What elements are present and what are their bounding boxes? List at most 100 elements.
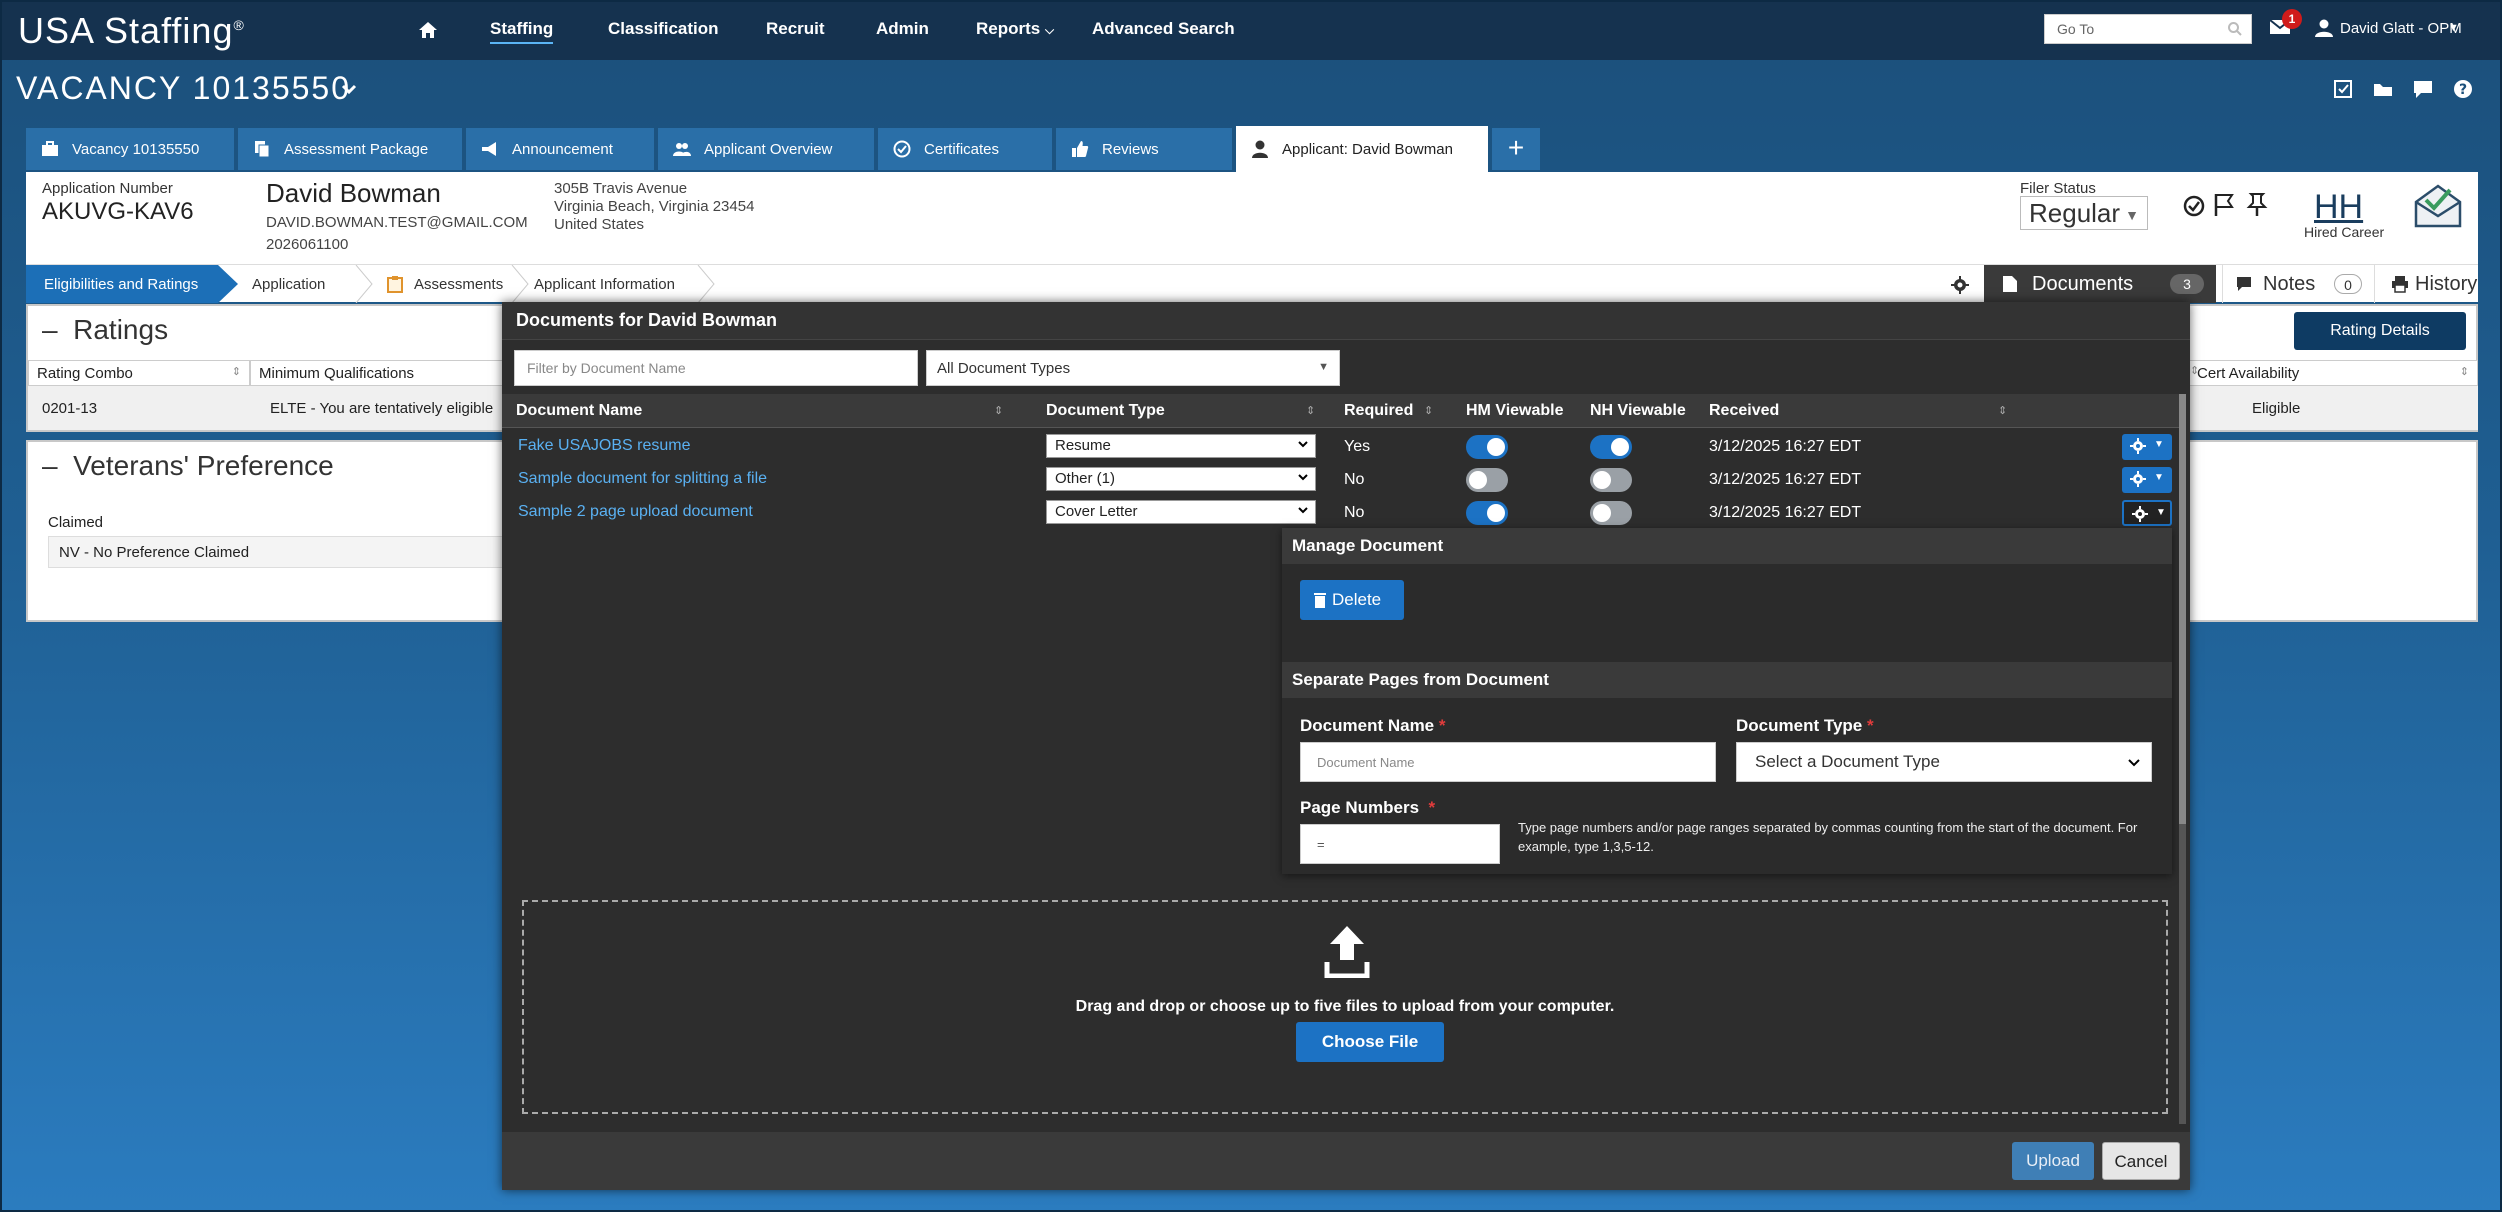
page-numbers-input[interactable]: = [1300, 824, 1500, 864]
col-required[interactable]: Required [1344, 402, 1413, 420]
file-dropzone[interactable]: Drag and drop or choose up to five files… [522, 900, 2168, 1114]
col-document-name[interactable]: Document Name [516, 402, 642, 420]
col-document-type[interactable]: Document Type [1046, 402, 1165, 420]
inbox-icon[interactable] [2372, 78, 2394, 100]
document-link[interactable]: Sample 2 page upload document [518, 503, 753, 521]
nav-classification[interactable]: Classification [608, 19, 719, 39]
comment-icon[interactable] [2412, 78, 2434, 100]
tab-announcement[interactable]: Announcement [466, 128, 654, 170]
col-received[interactable]: Received [1709, 402, 1779, 420]
scrollbar-thumb[interactable] [2179, 394, 2186, 824]
tab-assessment-package[interactable]: Assessment Package [238, 128, 462, 170]
caret-down-icon: ▼ [2154, 439, 2164, 450]
modal-title: Documents for David Bowman [516, 310, 778, 330]
user-icon[interactable] [2314, 18, 2334, 38]
tab-reviews[interactable]: Reviews [1056, 128, 1232, 170]
flag-icon[interactable] [2212, 192, 2236, 218]
manage-document-button[interactable]: ▼ [2122, 500, 2172, 526]
manage-document-button[interactable]: ▼ [2122, 434, 2172, 460]
address-line-1: 305B Travis Avenue [554, 180, 688, 197]
pin-icon[interactable] [2246, 192, 2268, 218]
goto-input[interactable]: Go To [2044, 14, 2252, 44]
document-link[interactable]: Fake USAJOBS resume [518, 437, 691, 455]
veterans-title[interactable]: – Veterans' Preference [42, 450, 334, 482]
sort-icon: ⇕ [2459, 366, 2469, 378]
document-type-select[interactable]: Resume [1046, 434, 1316, 458]
sort-icon[interactable]: ⇕ [994, 404, 1003, 417]
filer-status-label: Filer Status [2020, 180, 2096, 197]
nh-viewable-toggle[interactable] [1590, 435, 1632, 459]
chevron-down-icon[interactable]: ▼ [2448, 22, 2459, 34]
document-type-select[interactable]: Select a Document Type [1736, 742, 2152, 782]
tab-certificates[interactable]: Certificates [878, 128, 1052, 170]
cancel-button[interactable]: Cancel [2102, 1142, 2180, 1180]
documents-table-header: Document Name ⇕ Document Type ⇕ Required… [502, 394, 2186, 428]
subtab-assessments[interactable]: Assessments [386, 265, 503, 303]
received-cell: 3/12/2025 16:27 EDT [1709, 504, 1862, 521]
chevron-down-icon[interactable] [340, 80, 358, 98]
tab-applicant[interactable]: Applicant: David Bowman [1236, 126, 1488, 172]
nh-viewable-toggle[interactable] [1590, 501, 1632, 525]
subtab-applicant-information[interactable]: Applicant Information [534, 265, 675, 303]
envelope-check-icon[interactable] [2412, 182, 2464, 230]
checklist-icon[interactable] [2332, 78, 2354, 100]
tab-vacancy[interactable]: Vacancy 10135550 [26, 128, 234, 170]
notes-count: 0 [2334, 274, 2362, 294]
received-cell: 3/12/2025 16:27 EDT [1709, 438, 1862, 455]
nav-staffing[interactable]: Staffing [490, 19, 554, 44]
user-name[interactable]: David Glatt - OPM [2340, 20, 2462, 37]
caret-down-icon: ▼ [1318, 361, 1329, 373]
applicant-info: Application Number AKUVG-KAV6 David Bowm… [26, 172, 2478, 264]
nav-recruit[interactable]: Recruit [766, 19, 825, 39]
choose-file-button[interactable]: Choose File [1296, 1022, 1444, 1062]
nh-viewable-toggle[interactable] [1590, 468, 1632, 492]
caret-down-icon: ▼ [2154, 472, 2164, 483]
document-type-filter-select[interactable]: All Document Types ▼ [926, 350, 1340, 386]
gear-icon[interactable] [1950, 275, 1970, 295]
filter-document-name-input[interactable]: Filter by Document Name [514, 350, 918, 386]
nav-reports[interactable]: Reports ⌵ [976, 19, 1054, 39]
document-type-select[interactable]: Other (1) [1046, 467, 1316, 491]
add-tab-button[interactable]: + [1492, 128, 1540, 170]
document-name-input[interactable]: Document Name [1300, 742, 1716, 782]
sort-icon[interactable]: ⇕ [1424, 404, 1433, 417]
document-type-select[interactable]: Cover Letter [1046, 500, 1316, 524]
applicant-phone: 2026061100 [266, 236, 349, 253]
tab-applicant-overview[interactable]: Applicant Overview [658, 128, 874, 170]
documents-tab[interactable]: Documents 3 [1984, 265, 2216, 303]
col-hm-viewable: HM Viewable [1466, 402, 1564, 419]
nav-admin[interactable]: Admin [876, 19, 929, 39]
subtab-application[interactable]: Application [252, 265, 325, 303]
hm-viewable-toggle[interactable] [1466, 468, 1508, 492]
nav-advanced-search[interactable]: Advanced Search [1092, 19, 1235, 39]
check-circle-icon[interactable] [2182, 194, 2206, 218]
upload-button[interactable]: Upload [2012, 1142, 2094, 1180]
delete-button[interactable]: Delete [1300, 580, 1404, 620]
chevron-down-icon [1298, 474, 1308, 481]
subtab-eligibilities[interactable]: Eligibilities and Ratings [26, 265, 218, 303]
manage-document-button[interactable]: ▼ [2122, 467, 2172, 493]
filer-status-select[interactable]: Regular ▼ [2020, 196, 2148, 230]
gear-icon [2130, 438, 2146, 454]
sort-icon[interactable]: ⇕ [1998, 404, 2007, 417]
hh-indicator[interactable]: HH [2314, 188, 2363, 227]
modal-footer: Upload Cancel [502, 1132, 2190, 1190]
col-cert-availability[interactable]: Cert Availability ⇕ [2188, 360, 2478, 386]
col-rating-combo[interactable]: Rating Combo ⇕ [28, 360, 250, 386]
svg-text:?: ? [2459, 82, 2467, 98]
home-icon[interactable] [418, 20, 438, 40]
hm-viewable-toggle[interactable] [1466, 501, 1508, 525]
col-minimum-qualifications[interactable]: Minimum Qualifications [250, 360, 506, 386]
sort-icon[interactable]: ⇕ [1306, 404, 1315, 417]
notes-tab[interactable]: Notes 0 [2222, 265, 2368, 303]
history-tab[interactable]: History [2374, 265, 2478, 303]
rating-details-button[interactable]: Rating Details [2294, 312, 2466, 350]
document-link[interactable]: Sample document for splitting a file [518, 470, 767, 488]
hm-viewable-toggle[interactable] [1466, 435, 1508, 459]
manage-document-popover: Manage Document Delete Separate Pages fr… [1282, 528, 2172, 874]
ratings-title[interactable]: – Ratings [42, 314, 168, 346]
brand-logo[interactable]: USA Staffing® [18, 10, 245, 52]
sort-icon[interactable]: ⇕ [2190, 358, 2214, 384]
help-icon[interactable]: ? [2452, 78, 2474, 100]
separate-pages-title: Separate Pages from Document [1282, 662, 2172, 698]
